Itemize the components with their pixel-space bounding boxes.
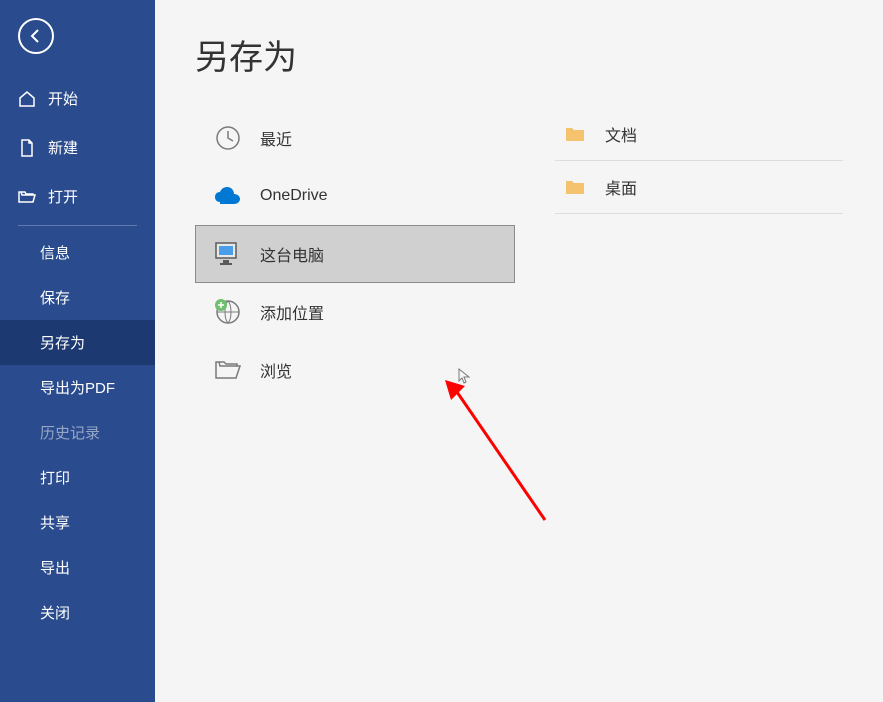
clock-icon bbox=[214, 124, 242, 152]
sidebar-item-print[interactable]: 打印 bbox=[0, 455, 155, 500]
sidebar-item-label: 打印 bbox=[40, 467, 70, 488]
location-label: 这台电脑 bbox=[260, 242, 324, 266]
location-browse[interactable]: 浏览 bbox=[195, 341, 515, 399]
locations-column: 另存为 最近 OneDrive 这台电脑 bbox=[195, 30, 515, 672]
sidebar-item-label: 保存 bbox=[40, 287, 70, 308]
sidebar-item-label: 关闭 bbox=[40, 602, 70, 623]
open-folder-icon bbox=[18, 188, 36, 206]
location-label: OneDrive bbox=[260, 187, 328, 205]
location-thispc[interactable]: 这台电脑 bbox=[195, 225, 515, 283]
sidebar-item-label: 新建 bbox=[48, 137, 78, 158]
location-label: 最近 bbox=[260, 126, 292, 150]
folders-column: 文档 桌面 bbox=[555, 30, 843, 672]
sidebar-item-open[interactable]: 打开 bbox=[0, 172, 155, 221]
location-label: 浏览 bbox=[260, 358, 292, 382]
folder-documents[interactable]: 文档 bbox=[555, 108, 843, 161]
sidebar-item-label: 共享 bbox=[40, 512, 70, 533]
sidebar-item-export[interactable]: 导出 bbox=[0, 545, 155, 590]
sidebar-item-label: 打开 bbox=[48, 186, 78, 207]
sidebar-item-label: 信息 bbox=[40, 242, 70, 263]
sidebar-item-saveas[interactable]: 另存为 bbox=[0, 320, 155, 365]
back-arrow-icon bbox=[28, 28, 44, 44]
folder-icon bbox=[565, 126, 585, 142]
location-onedrive[interactable]: OneDrive bbox=[195, 167, 515, 225]
sidebar-item-home[interactable]: 开始 bbox=[0, 74, 155, 123]
back-button[interactable] bbox=[18, 18, 54, 54]
main-content: 另存为 最近 OneDrive 这台电脑 bbox=[155, 0, 883, 702]
pc-icon bbox=[214, 240, 242, 268]
sidebar: 开始 新建 打开 信息 保存 另存为 导出为PDF 历史记录 bbox=[0, 0, 155, 702]
sidebar-item-history: 历史记录 bbox=[0, 410, 155, 455]
sidebar-separator bbox=[18, 225, 137, 226]
add-location-icon bbox=[214, 298, 242, 326]
browse-folder-icon bbox=[214, 356, 242, 384]
sidebar-item-label: 另存为 bbox=[40, 332, 85, 353]
folder-label: 桌面 bbox=[605, 175, 637, 199]
home-icon bbox=[18, 90, 36, 108]
sidebar-item-share[interactable]: 共享 bbox=[0, 500, 155, 545]
sidebar-item-save[interactable]: 保存 bbox=[0, 275, 155, 320]
location-addplace[interactable]: 添加位置 bbox=[195, 283, 515, 341]
folder-icon bbox=[565, 179, 585, 195]
folder-label: 文档 bbox=[605, 122, 637, 146]
sidebar-item-info[interactable]: 信息 bbox=[0, 230, 155, 275]
onedrive-icon bbox=[214, 182, 242, 210]
location-recent[interactable]: 最近 bbox=[195, 109, 515, 167]
sidebar-item-label: 开始 bbox=[48, 88, 78, 109]
folder-desktop[interactable]: 桌面 bbox=[555, 161, 843, 214]
sidebar-item-close[interactable]: 关闭 bbox=[0, 590, 155, 635]
sidebar-item-new[interactable]: 新建 bbox=[0, 123, 155, 172]
page-title: 另存为 bbox=[195, 30, 515, 79]
sidebar-item-label: 历史记录 bbox=[40, 422, 100, 443]
sidebar-item-label: 导出 bbox=[40, 557, 70, 578]
location-label: 添加位置 bbox=[260, 300, 324, 324]
sidebar-item-exportpdf[interactable]: 导出为PDF bbox=[0, 365, 155, 410]
document-icon bbox=[18, 139, 36, 157]
sidebar-item-label: 导出为PDF bbox=[40, 377, 115, 398]
